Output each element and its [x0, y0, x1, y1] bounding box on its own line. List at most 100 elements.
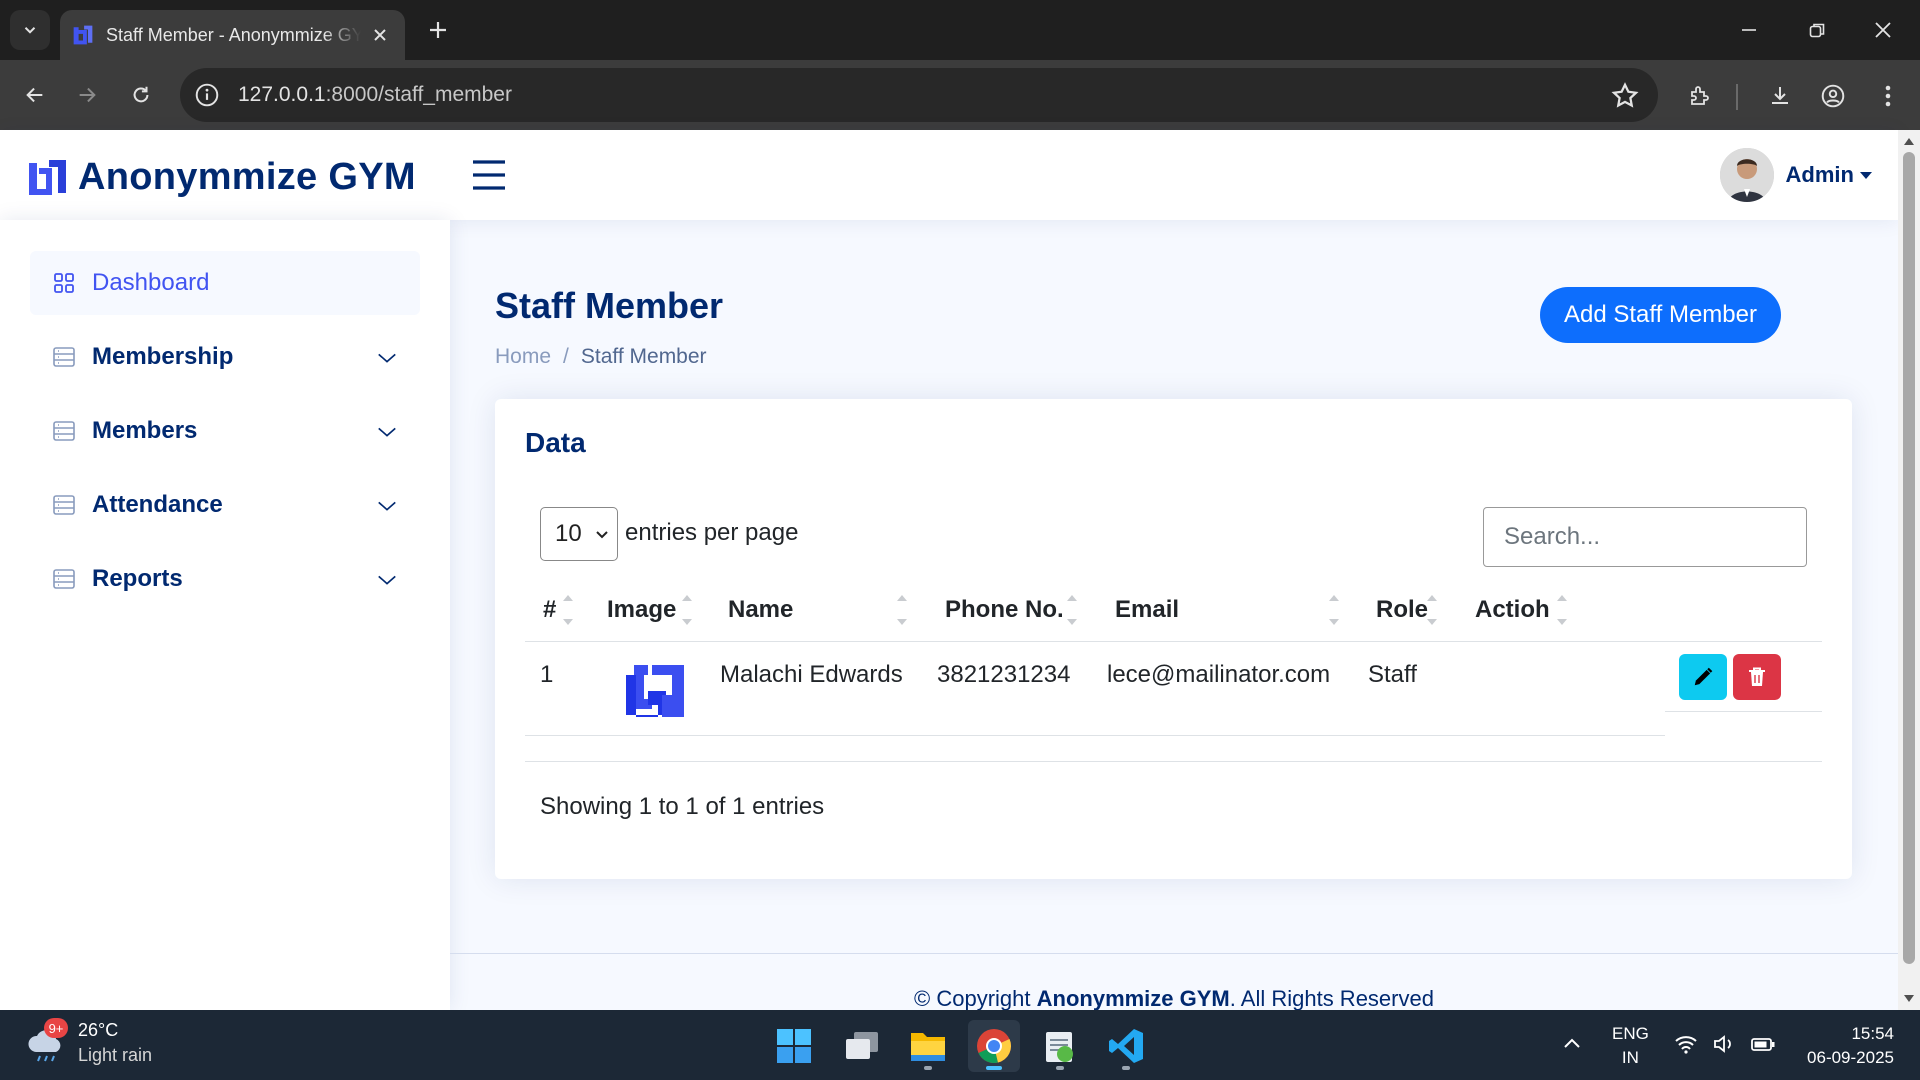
browser-tab-bar: Staff Member - Anonymmize GYM	[0, 0, 1920, 60]
weather-description: Light rain	[78, 1045, 153, 1065]
chrome-button[interactable]	[968, 1020, 1020, 1072]
scroll-up-arrow-icon[interactable]	[1903, 136, 1915, 146]
sidebar-item-membership[interactable]: Membership	[30, 325, 420, 389]
column-header-name[interactable]: Name	[728, 579, 793, 641]
browser-menu-button[interactable]	[1870, 78, 1906, 114]
running-indicator	[1122, 1066, 1130, 1070]
reload-icon	[133, 86, 149, 103]
sort-icon[interactable]	[680, 591, 694, 629]
url-text[interactable]: 127.0.0.1:8000/staff_member	[238, 83, 512, 107]
weather-widget[interactable]: 9+ 26°C Light rain	[26, 1018, 153, 1066]
tab-search-button[interactable]	[10, 10, 50, 50]
sort-icon[interactable]	[1065, 591, 1079, 629]
cell-phone: 3821231234	[937, 661, 1071, 688]
profile-dropdown[interactable]: Admin	[1719, 148, 1872, 202]
sidebar-toggle-button[interactable]	[470, 158, 508, 192]
restore-icon	[1809, 23, 1825, 38]
brand-logo[interactable]: Anonymmize GYM	[28, 156, 416, 199]
copyright-suffix: . All Rights Reserved	[1229, 986, 1434, 1011]
edit-button[interactable]	[1679, 654, 1727, 700]
window-restore-button[interactable]	[1792, 10, 1842, 50]
table-info-text: Showing 1 to 1 of 1 entries	[540, 793, 825, 820]
breadcrumb-separator: /	[563, 345, 569, 368]
clock[interactable]: 15:54 06-09-2025	[1794, 1022, 1894, 1070]
column-header-image[interactable]: Image	[607, 579, 676, 641]
downloads-button[interactable]	[1762, 78, 1798, 114]
sidebar-item-reports[interactable]: Reports	[30, 547, 420, 611]
address-bar[interactable]: 127.0.0.1:8000/staff_member	[180, 68, 1658, 122]
breadcrumb-current: Staff Member	[580, 345, 707, 368]
sidebar: Dashboard Membership Members Attendance …	[0, 220, 450, 1010]
delete-button[interactable]	[1733, 654, 1781, 700]
volume-icon[interactable]	[1712, 1032, 1736, 1056]
vscode-icon	[1109, 1029, 1143, 1063]
page-scrollbar[interactable]	[1898, 130, 1920, 1010]
scroll-down-arrow-icon[interactable]	[1903, 994, 1915, 1004]
column-header-label: Role	[1376, 596, 1429, 623]
breadcrumb-home-link[interactable]: Home	[495, 345, 551, 369]
sidebar-item-members[interactable]: Members	[30, 399, 420, 463]
system-tray[interactable]	[1674, 1032, 1776, 1056]
os-taskbar: 9+ 26°C Light rain ENG IN 15:54 06-09-20…	[0, 1010, 1920, 1080]
column-header-role[interactable]: Role	[1376, 579, 1428, 641]
language-indicator[interactable]: ENG IN	[1612, 1022, 1649, 1070]
caret-down-icon	[1860, 171, 1872, 179]
sort-icon[interactable]	[895, 591, 909, 629]
bookmark-star-icon[interactable]	[1610, 81, 1640, 111]
clock-date: 06-09-2025	[1807, 1048, 1894, 1067]
sort-icon[interactable]	[1425, 591, 1439, 629]
tab-title: Staff Member - Anonymmize GYM	[106, 24, 361, 45]
region-code: IN	[1621, 1048, 1639, 1067]
window-minimize-button[interactable]	[1724, 10, 1774, 50]
battery-icon[interactable]	[1750, 1032, 1776, 1056]
chrome-icon	[977, 1029, 1011, 1063]
close-icon	[374, 29, 386, 41]
active-indicator	[986, 1066, 1002, 1070]
trash-icon	[1749, 667, 1765, 686]
hamburger-menu-icon	[473, 160, 505, 190]
list-icon	[53, 495, 75, 515]
column-header-number[interactable]: #	[543, 579, 556, 641]
notepad-app-button[interactable]	[1034, 1020, 1086, 1072]
sort-icon[interactable]	[561, 591, 575, 629]
task-view-icon	[846, 1032, 878, 1059]
window-close-button[interactable]	[1858, 10, 1908, 50]
sidebar-item-attendance[interactable]: Attendance	[30, 473, 420, 537]
vscode-button[interactable]	[1100, 1020, 1152, 1072]
profile-button[interactable]	[1815, 78, 1851, 114]
url-host: 127.0.0.1	[238, 83, 326, 106]
reload-button[interactable]	[124, 78, 158, 112]
tab-close-button[interactable]	[367, 22, 393, 48]
chevron-up-icon[interactable]	[1562, 1034, 1582, 1054]
scrollbar-thumb[interactable]	[1903, 152, 1915, 964]
list-icon	[53, 569, 75, 589]
add-staff-member-button[interactable]: Add Staff Member	[1540, 287, 1781, 343]
taskview-button[interactable]	[836, 1020, 888, 1072]
entries-per-page-select[interactable]: 10	[540, 507, 618, 561]
wifi-icon[interactable]	[1674, 1032, 1698, 1056]
search-input[interactable]	[1483, 507, 1807, 567]
footer-divider	[450, 953, 1898, 954]
sidebar-item-dashboard[interactable]: Dashboard	[30, 251, 420, 315]
column-header-action[interactable]: Actioh	[1475, 579, 1550, 641]
column-header-email[interactable]: Email	[1115, 579, 1179, 641]
start-button[interactable]	[768, 1020, 820, 1072]
new-tab-button[interactable]	[420, 12, 456, 48]
row-divider	[1665, 711, 1822, 712]
forward-button[interactable]	[70, 78, 104, 112]
browser-tab[interactable]: Staff Member - Anonymmize GYM	[60, 10, 405, 60]
sort-icon[interactable]	[1327, 591, 1341, 629]
running-indicator	[924, 1066, 932, 1070]
running-indicator	[1056, 1066, 1064, 1070]
column-header-phone[interactable]: Phone No.	[945, 579, 1064, 641]
close-icon	[1875, 22, 1891, 38]
sort-icon[interactable]	[1555, 591, 1569, 629]
site-info-icon[interactable]	[194, 82, 220, 108]
file-explorer-button[interactable]	[902, 1020, 954, 1072]
back-button[interactable]	[18, 78, 52, 112]
extensions-button[interactable]	[1682, 78, 1718, 114]
clock-time: 15:54	[1851, 1024, 1894, 1043]
staff-image	[626, 665, 684, 717]
minimize-icon	[1742, 29, 1756, 31]
sidebar-item-label: Attendance	[92, 491, 223, 518]
